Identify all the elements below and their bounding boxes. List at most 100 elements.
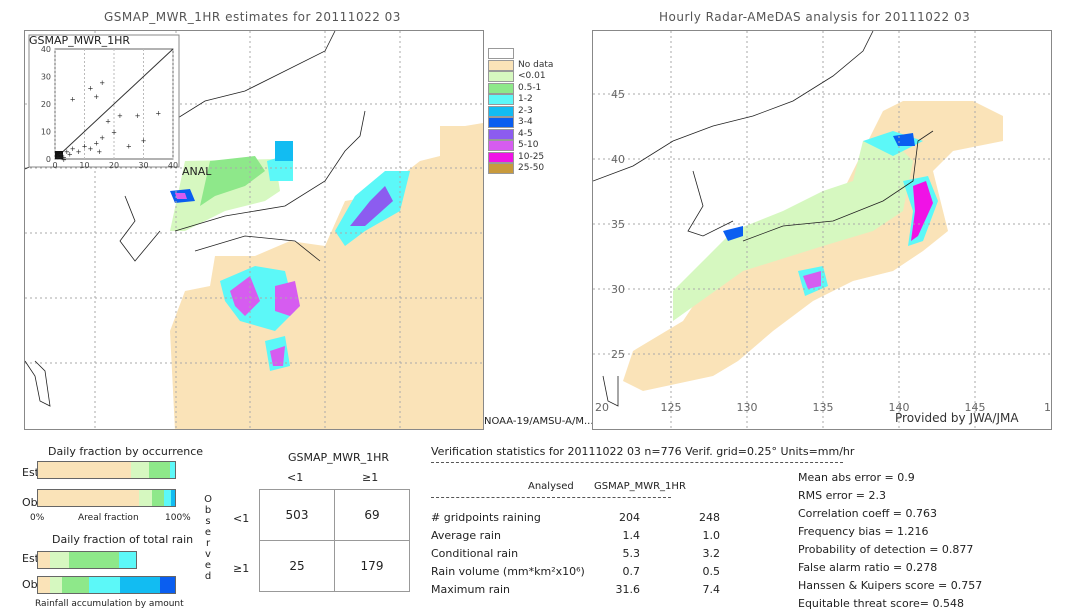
contingency-col-2: ≥1	[362, 471, 379, 484]
stat-label: # gridpoints raining	[431, 511, 541, 524]
scatter-point: +	[99, 79, 105, 87]
lon-tick: 20	[595, 401, 609, 414]
inset-x-tick: 30	[138, 161, 148, 170]
bar-segment	[164, 490, 171, 506]
legend-label: 5-10	[518, 140, 539, 150]
score-line: Correlation coeff = 0.763	[798, 507, 937, 520]
score-line: Probability of detection = 0.877	[798, 543, 974, 556]
lon-tick: 130	[737, 401, 758, 414]
score-line: Mean abs error = 0.9	[798, 471, 915, 484]
rain-area	[175, 193, 187, 199]
stat-gsmap: 7.4	[702, 583, 721, 596]
occurrence-axis-label: Areal fraction	[78, 513, 139, 523]
total-rain-est-bar	[37, 551, 137, 569]
bar-segment	[61, 577, 89, 593]
occurrence-axis-left: 0%	[30, 513, 45, 523]
bar-segment	[38, 462, 132, 478]
rain-area	[275, 141, 293, 161]
score-line: Equitable threat score= 0.548	[798, 597, 964, 610]
bar-segment	[88, 577, 121, 593]
data-credit: Provided by JWA/JMA	[895, 411, 1019, 425]
inset-scatter-title: GSMAP_MWR_1HR	[29, 34, 131, 47]
score-line: Hanssen & Kuipers score = 0.757	[798, 579, 983, 592]
right-rain-map: 45403530252012513013514014515	[592, 30, 1052, 430]
legend-label: 0.5-1	[518, 82, 542, 93]
stat-label: Conditional rain	[431, 547, 519, 560]
inset-x-tick: 40	[168, 161, 178, 170]
legend-swatch	[488, 82, 514, 94]
color-legend: No data <0.01 0.5-1 1-2 2-3 3-4 4-5 5-10 10-25 25…	[488, 48, 578, 178]
stat-gsmap: 3.2	[702, 547, 721, 560]
bar-segment	[131, 462, 149, 478]
bar-segment	[120, 577, 161, 593]
legend-swatch	[488, 48, 514, 59]
stat-analysed: 1.4	[622, 529, 641, 542]
scatter-point: +	[135, 112, 141, 120]
legend-swatch	[488, 163, 514, 174]
stat-analysed: 204	[619, 511, 640, 524]
legend-swatch	[488, 151, 514, 163]
inset-y-tick: 30	[41, 73, 51, 82]
bar-segment	[38, 577, 50, 593]
scatter-point: +	[87, 85, 93, 93]
contingency-cell: 69	[334, 489, 410, 541]
scatter-point: +	[96, 148, 102, 156]
contingency-cell: 179	[334, 540, 410, 592]
stat-gsmap: 1.0	[702, 529, 721, 542]
legend-label: 2-3	[518, 105, 533, 116]
stat-label: Maximum rain	[431, 583, 510, 596]
bar-segment	[38, 490, 140, 506]
scatter-point: +	[99, 134, 105, 142]
bar-segment	[38, 552, 50, 568]
inset-frame	[28, 34, 180, 168]
stat-label: Rain volume (mm*km²x10⁶)	[431, 565, 585, 578]
contingency-row-1: <1	[233, 512, 250, 525]
occurrence-axis-right: 100%	[165, 513, 191, 523]
contingency-cell: 503	[259, 489, 335, 541]
right-map-title: Hourly Radar-AMeDAS analysis for 2011102…	[659, 10, 971, 24]
legend-label: 1-2	[518, 94, 533, 104]
legend-swatch	[488, 71, 514, 82]
occurrence-est-bar	[37, 461, 176, 479]
inset-y-tick: 10	[41, 128, 51, 137]
total-rain-obs-bar	[37, 576, 176, 594]
bar-segment	[49, 552, 69, 568]
bar-segment	[139, 490, 152, 506]
scatter-point: +	[70, 96, 76, 104]
legend-swatch	[488, 59, 514, 71]
inset-x-tick: 20	[109, 161, 119, 170]
sensor-label: NOAA-19/AMSU-A/M...20	[484, 416, 607, 427]
lon-tick: 15	[1044, 401, 1051, 414]
legend-swatch	[488, 140, 514, 151]
occurrence-title: Daily fraction by occurrence	[48, 445, 204, 458]
left-map-title: GSMAP_MWR_1HR estimates for 20111022 03	[104, 10, 401, 24]
inset-x-tick: 0	[52, 161, 57, 170]
lat-tick: 25	[611, 348, 625, 361]
lat-tick: 45	[611, 88, 625, 101]
scatter-point: +	[111, 129, 117, 137]
lat-tick: 40	[611, 153, 625, 166]
bar-segment	[151, 490, 165, 506]
col-analysed: Analysed	[528, 481, 574, 492]
contingency-header: GSMAP_MWR_1HR	[288, 451, 390, 464]
col-gsmap: GSMAP_MWR_1HR	[594, 481, 686, 492]
stat-analysed: 5.3	[622, 547, 641, 560]
stat-label: Average rain	[431, 529, 501, 542]
verification-header: Verification statistics for 20111022 03 …	[431, 445, 855, 458]
stat-gsmap: 0.5	[702, 565, 721, 578]
score-line: False alarm ratio = 0.278	[798, 561, 938, 574]
occurrence-obs-bar	[37, 489, 176, 507]
coastline	[687, 170, 734, 237]
lat-tick: 35	[611, 218, 625, 231]
total-rain-title: Daily fraction of total rain	[52, 533, 194, 546]
legend-swatch	[488, 128, 514, 140]
lon-tick: 135	[813, 401, 834, 414]
contingency-cell: 25	[259, 540, 335, 592]
legend-label: 10-25	[518, 151, 545, 162]
legend-label: 3-4	[518, 117, 533, 127]
scatter-point: +	[126, 142, 132, 150]
coastline	[119, 195, 161, 262]
stat-analysed: 0.7	[622, 565, 641, 578]
coastline	[25, 360, 51, 407]
inset-x-tick: 10	[79, 161, 89, 170]
